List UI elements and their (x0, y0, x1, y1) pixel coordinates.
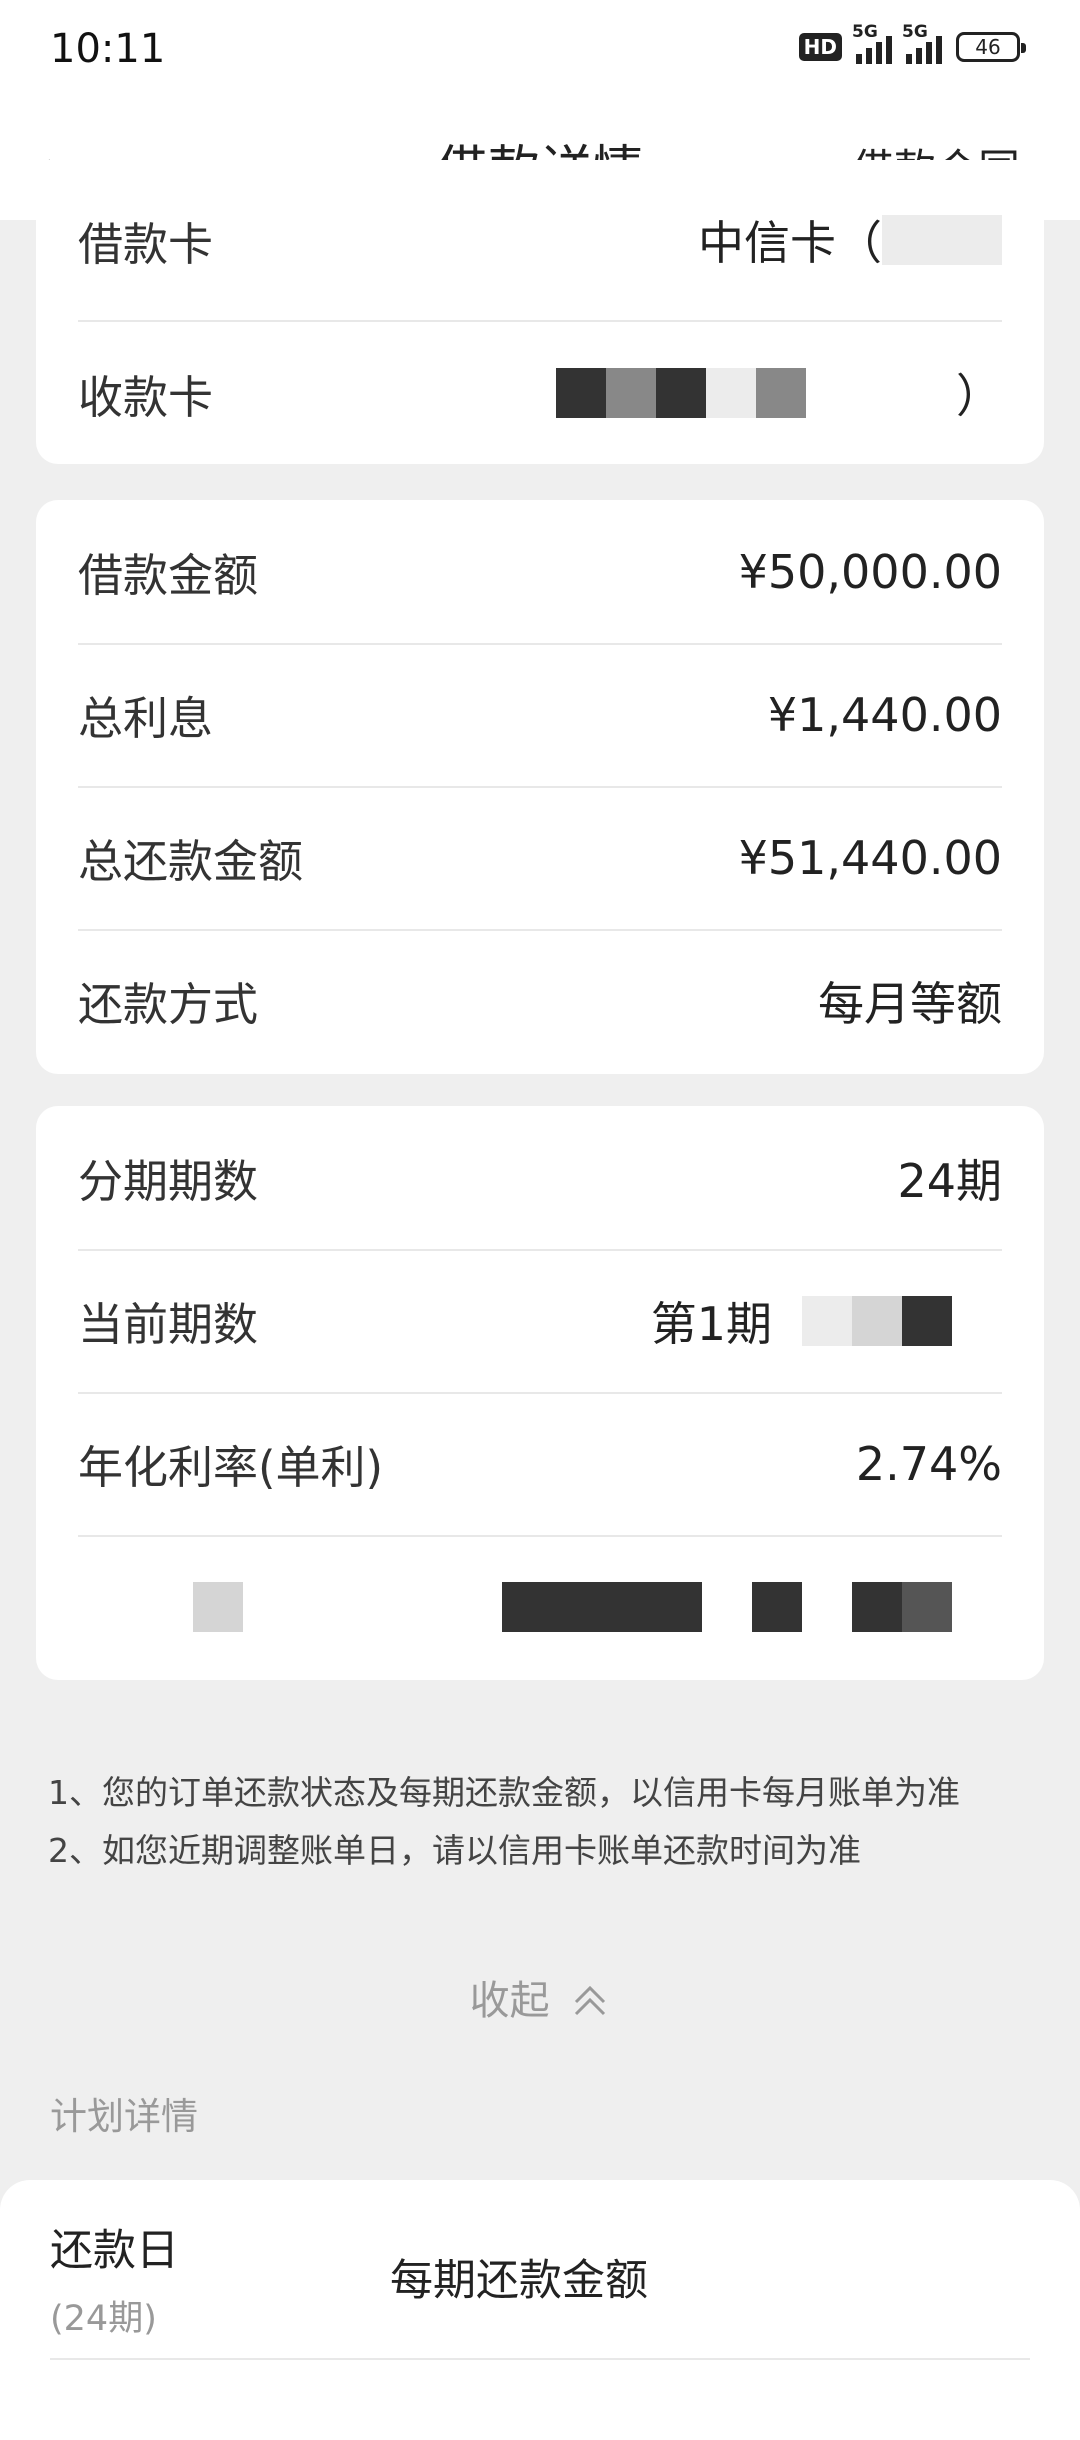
card-installments: 分期期数 24期 当前期数 第1期 年化利率(单利) 2.74% (36, 1106, 1044, 1680)
masked-block (902, 1581, 952, 1632)
collapse-label: 收起 (469, 1978, 550, 2024)
collapse-button[interactable]: 收起 (0, 1968, 1080, 2026)
total-repayment-label: 总还款金额 (78, 835, 304, 888)
plan-section-title: 计划详情 (50, 2095, 198, 2138)
borrow-card-label: 借款卡 (78, 217, 214, 271)
repayment-method-label: 还款方式 (78, 978, 259, 1031)
masked-block (752, 1581, 802, 1632)
receive-card-value: ） (556, 360, 1002, 426)
plan-col1-title: 还款日 (50, 2226, 179, 2276)
masked-value (502, 1581, 1002, 1632)
row-total-interest: 总利息 ¥1,440.00 (78, 643, 1002, 788)
signal-icon: 5G (852, 22, 892, 64)
row-repayment-method: 还款方式 每月等额 (78, 929, 1002, 1072)
note-line: 2、如您近期调整账单日，请以信用卡账单还款时间为准 (48, 1831, 861, 1870)
card-cards-info: 借款卡 中信卡（ 收款卡 ） (36, 160, 1044, 464)
borrow-card-value: 中信卡（ (698, 207, 1002, 273)
row-periods: 分期期数 24期 (78, 1106, 1002, 1251)
signal-icon-2: 5G (902, 22, 942, 64)
periods-label: 分期期数 (78, 1155, 259, 1208)
total-repayment-value: ¥51,440.00 (738, 830, 1002, 885)
plan-column-date: 还款日 (24期) (50, 2216, 179, 2341)
repayment-method-value: 每月等额 (818, 976, 1002, 1031)
status-bar: 10:11 HD 5G 5G 46 (0, 0, 1080, 100)
masked-block (656, 368, 706, 418)
status-icons: HD 5G 5G 46 (798, 22, 1026, 64)
receive-card-label: 收款卡 (78, 370, 214, 424)
row-current-period: 当前期数 第1期 (78, 1249, 1002, 1394)
masked-block (193, 1581, 243, 1632)
row-masked (78, 1535, 1002, 1678)
status-time: 10:11 (50, 26, 166, 72)
card-loan-amounts: 借款金额 ¥50,000.00 总利息 ¥1,440.00 总还款金额 ¥51,… (36, 500, 1044, 1074)
periods-value: 24期 (897, 1153, 1002, 1208)
masked-block (606, 368, 656, 418)
annual-rate-value: 2.74% (855, 1436, 1002, 1491)
hd-icon: HD (798, 33, 842, 61)
annual-rate-label: 年化利率(单利) (78, 1441, 384, 1494)
masked-block (502, 1581, 702, 1632)
masked-block (706, 368, 756, 418)
masked-block (852, 1295, 902, 1346)
total-interest-value: ¥1,440.00 (767, 687, 1002, 742)
masked-label (78, 1581, 243, 1632)
masked-block (902, 1295, 952, 1346)
row-annual-rate: 年化利率(单利) 2.74% (78, 1392, 1002, 1537)
row-total-repayment: 总还款金额 ¥51,440.00 (78, 786, 1002, 931)
masked-card-digits (882, 215, 1002, 265)
masked-block (852, 1581, 902, 1632)
plan-col1-sub: (24期) (50, 2299, 157, 2339)
row-receive-card: 收款卡 ） (78, 322, 1002, 464)
total-interest-label: 总利息 (78, 692, 214, 745)
masked-block (802, 1295, 852, 1346)
loan-amount-label: 借款金额 (78, 549, 259, 602)
battery-icon: 46 (956, 32, 1026, 62)
plan-card: 还款日 (24期) 每期还款金额 (0, 2180, 1080, 2440)
plan-col2-title: 每期还款金额 (390, 2256, 648, 2306)
notes: 1、您的订单还款状态及每期还款金额，以信用卡每月账单为准 2、如您近期调整账单日… (48, 1764, 960, 1880)
row-loan-amount: 借款金额 ¥50,000.00 (78, 500, 1002, 645)
divider (50, 2358, 1030, 2360)
masked-block (556, 368, 606, 418)
current-period-label: 当前期数 (78, 1298, 259, 1351)
row-borrow-card: 借款卡 中信卡（ (78, 160, 1002, 322)
current-period-value: 第1期 (651, 1288, 1002, 1354)
double-chevron-up-icon (575, 1985, 606, 2016)
loan-amount-value: ¥50,000.00 (738, 544, 1002, 599)
masked-block (756, 368, 806, 418)
note-line: 1、您的订单还款状态及每期还款金额，以信用卡每月账单为准 (48, 1773, 960, 1812)
